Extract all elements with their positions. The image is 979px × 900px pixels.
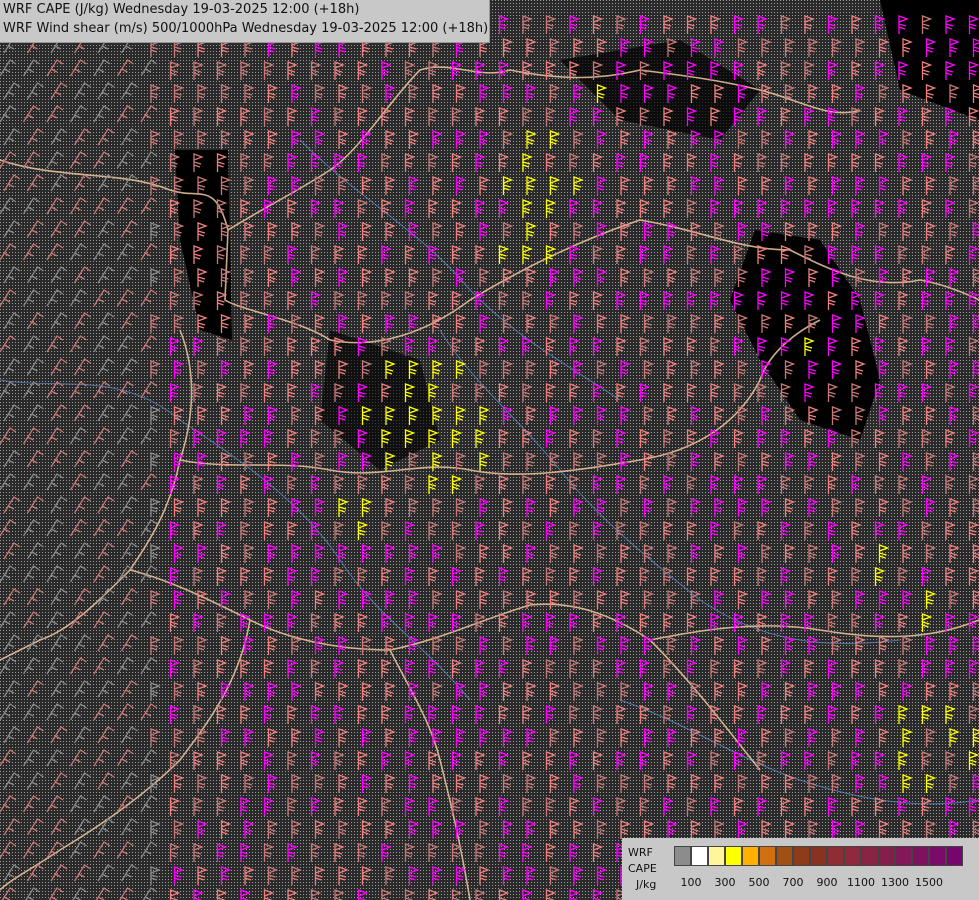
legend-swatch [929, 846, 946, 866]
cape-legend: WRF CAPE J/kg 100 300 500 700 900 1100 1300 150… [622, 838, 979, 900]
legend-tick: 1100 [847, 876, 875, 889]
legend-swatch [878, 846, 895, 866]
legend-swatch [776, 846, 793, 866]
legend-tick: 900 [816, 876, 838, 889]
legend-tick: 700 [782, 876, 804, 889]
title-cape: WRF CAPE (J/kg) Wednesday 19-03-2025 12:… [3, 2, 360, 17]
legend-swatch [793, 846, 810, 866]
legend-swatch [742, 846, 759, 866]
legend-label-unit: J/kg [636, 878, 657, 891]
legend-swatch [810, 846, 827, 866]
legend-swatch [861, 846, 878, 866]
legend-tick: 1300 [881, 876, 909, 889]
title-wind-shear: WRF Wind shear (m/s) 500/1000hPa Wednesd… [3, 21, 489, 36]
legend-swatch [725, 846, 742, 866]
map-title-box: WRF CAPE (J/kg) Wednesday 19-03-2025 12:… [0, 0, 490, 43]
legend-swatch [674, 846, 691, 866]
legend-swatch [691, 846, 708, 866]
legend-tick: 300 [714, 876, 736, 889]
legend-swatch [708, 846, 725, 866]
legend-label-field: CAPE [628, 862, 657, 875]
legend-tick: 1500 [915, 876, 943, 889]
cape-windshear-map [0, 0, 979, 900]
legend-swatch [912, 846, 929, 866]
legend-tick: 100 [680, 876, 702, 889]
legend-swatch [844, 846, 861, 866]
legend-tick: 500 [748, 876, 770, 889]
legend-swatch [827, 846, 844, 866]
legend-swatch [946, 846, 963, 866]
legend-swatch [759, 846, 776, 866]
legend-swatch [895, 846, 912, 866]
legend-label-model: WRF [628, 846, 653, 859]
